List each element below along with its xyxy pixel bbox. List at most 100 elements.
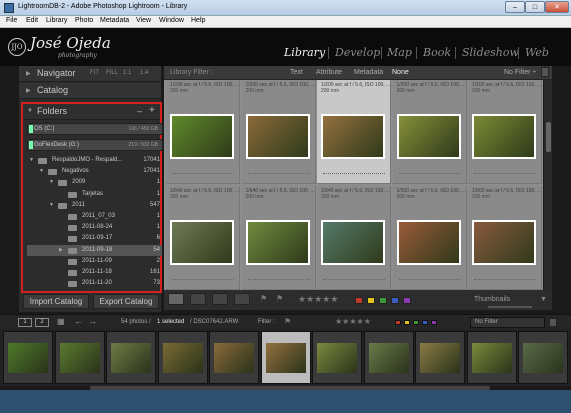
photo-thumbnail[interactable] [245, 220, 310, 265]
filmstrip-thumbnail[interactable] [54, 331, 105, 384]
photo-thumbnail[interactable] [321, 220, 385, 265]
grid-cell[interactable]: 1/640 sec at f / 5.6, ISO 100, ... 200 mm [317, 186, 391, 290]
filmstrip-thumbnail[interactable] [209, 331, 259, 384]
zoom-1-1[interactable]: 1:1 [123, 70, 131, 76]
photo-thumbnail[interactable] [472, 220, 536, 265]
remove-folder-button[interactable]: – [137, 106, 142, 116]
photo-thumbnail[interactable] [170, 220, 234, 265]
color-filter-swatch[interactable] [404, 320, 410, 325]
module-develop[interactable]: Develop [335, 46, 380, 59]
grid-cell[interactable]: 1/200 sec at f / 5.6, ISO 100, ... 200 mm [392, 80, 467, 184]
filter-lock-icon[interactable] [541, 67, 549, 77]
filmstrip-thumbnail[interactable] [466, 331, 517, 384]
filmstrip-thumbnail[interactable] [518, 331, 568, 384]
folder-row[interactable]: 2011-11-18 161 [27, 267, 162, 278]
forward-arrow-icon[interactable]: → [88, 316, 97, 326]
color-label-swatch[interactable] [355, 297, 363, 304]
catalog-header[interactable]: ▶ Catalog [19, 83, 161, 99]
grid-cell[interactable]: 1/200 sec at f / 5.6, ISO 100, ... 200 mm [468, 80, 542, 184]
grid-cell[interactable]: 1/640 sec at f / 5.6, ISO 100, ... 200 mm [241, 186, 316, 290]
menu-view[interactable]: View [136, 17, 151, 24]
flag-filter-icon[interactable]: ⚑ [284, 317, 291, 326]
folder-disclosure-icon[interactable]: ▼ [49, 202, 54, 208]
menu-window[interactable]: Window [159, 17, 184, 24]
thumbnail-size-slider[interactable] [488, 306, 532, 308]
folder-disclosure-icon[interactable]: ▶ [59, 247, 63, 253]
module-library[interactable]: Library [284, 46, 325, 59]
module-slideshow[interactable]: Slideshow [462, 46, 519, 59]
maximize-button[interactable]: □ [525, 1, 545, 13]
back-arrow-icon[interactable]: ← [74, 316, 83, 326]
export-catalog-button[interactable]: Export Catalog [93, 294, 159, 309]
zoom-fill[interactable]: FILL [106, 70, 118, 76]
color-filter-swatch[interactable] [431, 320, 437, 325]
folder-disclosure-icon[interactable]: ▼ [39, 168, 44, 174]
grid-cell[interactable]: 1/200 sec at f / 5.6, ISO 100, ... 200 mm [241, 80, 316, 184]
loupe-view-button[interactable] [190, 293, 206, 305]
survey-view-button[interactable] [234, 293, 250, 305]
folder-row[interactable]: ▼ 2009 1 [27, 177, 162, 188]
star-rating[interactable]: ★★★★★ [298, 294, 338, 305]
minimize-button[interactable]: – [505, 1, 525, 13]
filmstrip-thumbnail[interactable] [157, 331, 208, 384]
filter-tab-none[interactable]: None [392, 69, 409, 76]
color-filter-swatch[interactable] [395, 320, 401, 325]
color-filter-swatch[interactable] [413, 320, 419, 325]
folder-row[interactable]: ▼ 2011 547 [27, 200, 162, 211]
filter-lock-icon[interactable] [549, 318, 557, 327]
grid-cell[interactable]: 1/500 sec at f / 5.6, ISO 100, ... 200 mm [392, 186, 467, 290]
filter-tab-metadata[interactable]: Metadata [354, 69, 383, 76]
filter-preset-dropdown[interactable]: No Filter ÷ [504, 69, 536, 76]
menu-edit[interactable]: Edit [26, 17, 38, 24]
filmstrip-filter-dropdown[interactable]: No Filter [470, 317, 545, 328]
color-label-swatch[interactable] [403, 297, 411, 304]
folder-row[interactable]: ▼ Negativos 17041 [27, 166, 162, 177]
module-book[interactable]: Book [423, 46, 451, 59]
module-web[interactable]: Web [525, 46, 549, 59]
grid-view-button[interactable] [168, 293, 184, 305]
flag-icon[interactable]: ⚑ [260, 294, 267, 303]
window-1-button[interactable]: 1 [18, 318, 32, 327]
color-label-swatch[interactable] [391, 297, 399, 304]
window-2-button[interactable]: 2 [35, 318, 49, 327]
filmstrip-thumbnail[interactable] [106, 331, 156, 384]
grid-cell[interactable]: 1/640 sec at f / 5.6, ISO 100, ... 200 mm [166, 186, 240, 290]
folder-disclosure-icon[interactable]: ▼ [49, 179, 54, 185]
filmstrip-thumbnail[interactable] [3, 331, 53, 384]
menu-library[interactable]: Library [46, 17, 67, 24]
close-button[interactable]: ✕ [545, 1, 569, 13]
zoom-1-4[interactable]: 1:4 [140, 70, 148, 76]
filmstrip-thumbnail[interactable] [415, 331, 465, 384]
menu-help[interactable]: Help [191, 17, 205, 24]
folder-row[interactable]: 2011-11-20 73 [27, 278, 162, 289]
module-map[interactable]: Map [387, 46, 412, 59]
filmstrip-thumbnail[interactable] [260, 331, 311, 384]
menu-file[interactable]: File [6, 17, 17, 24]
photo-thumbnail[interactable] [170, 114, 234, 159]
folder-row[interactable]: ▶ 2011-09-18 54 [27, 244, 162, 256]
grid-cell[interactable]: 1/200 sec at f / 5.6, ISO 100, ... 200 mm [317, 80, 391, 184]
volume-goflexdesk-g[interactable]: GoFlexDesk (G:) 219 / 932 GB [27, 139, 163, 151]
photo-thumbnail[interactable] [245, 114, 310, 159]
folder-row[interactable]: ▼ RespaldoJMO - Respald... 17041 [27, 155, 162, 166]
menu-photo[interactable]: Photo [75, 17, 93, 24]
folder-row[interactable]: 2011-08-24 1 [27, 222, 162, 233]
navigator-header[interactable]: ▶ Navigator FIT FILL 1:1 1:4 [19, 66, 161, 82]
folder-row[interactable]: 2011_07_03 1 [27, 211, 162, 222]
folder-row[interactable]: 2011-09-17 6 [27, 233, 162, 244]
import-catalog-button[interactable]: Import Catalog [23, 294, 89, 309]
color-label-swatch[interactable] [379, 297, 387, 304]
menu-metadata[interactable]: Metadata [100, 17, 129, 24]
grid-scrollbar-thumb[interactable] [546, 122, 551, 152]
volume-os-c[interactable]: OS (C:) 106 / 450 GB [27, 123, 163, 135]
grid-cell[interactable]: 1/500 sec at f / 5.6, ISO 100, ... 200 mm [468, 186, 542, 290]
folder-row[interactable]: Tarjetas 1 [27, 189, 162, 200]
color-filter-swatch[interactable] [422, 320, 428, 325]
folders-header[interactable]: ▼ Folders – + [23, 104, 160, 120]
grid-cell[interactable]: 1/200 sec at f / 5.6, ISO 100, ... 200 mm [166, 80, 240, 184]
filter-tab-attribute[interactable]: Attribute [316, 69, 342, 76]
photo-thumbnail[interactable] [396, 220, 461, 265]
filmstrip-thumbnail[interactable] [312, 331, 362, 384]
add-folder-button[interactable]: + [149, 105, 155, 116]
zoom-fit[interactable]: FIT [90, 70, 99, 76]
